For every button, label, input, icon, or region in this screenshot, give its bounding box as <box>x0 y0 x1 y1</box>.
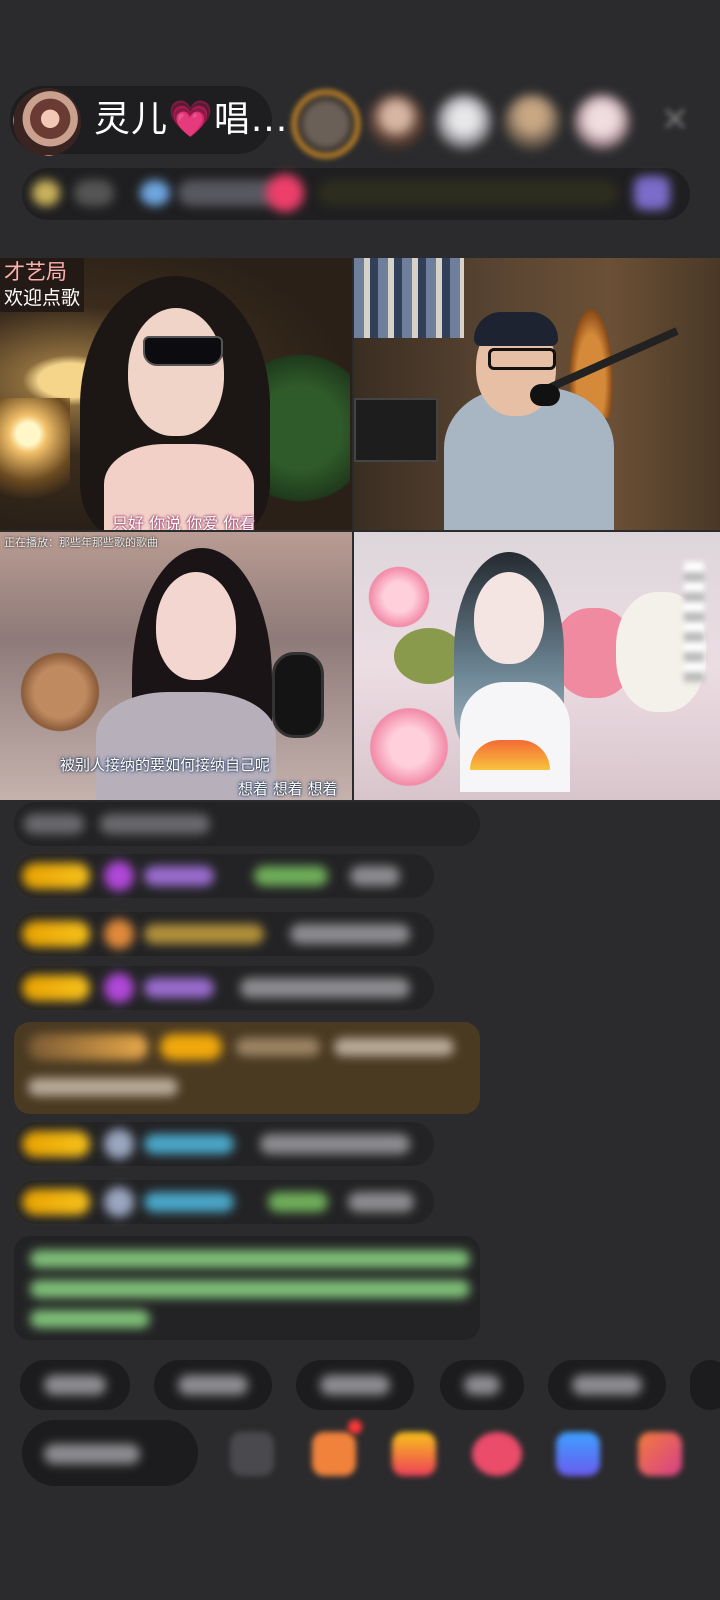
more-icon[interactable] <box>638 1432 682 1476</box>
chat-text <box>240 978 410 998</box>
rank-label <box>74 180 114 206</box>
plush-toy <box>20 642 100 742</box>
user-nickname[interactable] <box>144 924 264 944</box>
glasses <box>488 348 556 370</box>
level-icon <box>140 180 170 206</box>
rank-icon <box>32 180 60 206</box>
lamp <box>0 398 70 518</box>
notice-text <box>30 1310 150 1328</box>
room-label-line2: 欢迎点歌 <box>4 287 81 309</box>
system-notice <box>14 1236 480 1340</box>
chat-text <box>24 814 84 834</box>
chat-text <box>28 1078 178 1096</box>
room-label: 才艺局 欢迎点歌 <box>0 258 85 312</box>
vip-badge <box>28 1034 148 1060</box>
notice-text <box>30 1280 470 1298</box>
video-tile-4[interactable] <box>354 532 720 800</box>
bookshelf <box>354 258 464 338</box>
video-tile-1[interactable]: 才艺局 欢迎点歌 只好 你说 你爱 你看 <box>0 258 352 530</box>
chat-message[interactable] <box>14 1122 434 1166</box>
close-icon[interactable]: ✕ <box>655 100 695 140</box>
room-label-line1: 才艺局 <box>4 260 67 284</box>
badge-icon <box>104 919 134 949</box>
user-nickname[interactable] <box>144 978 214 998</box>
user-nickname[interactable] <box>254 866 328 886</box>
flower-decoration <box>364 702 454 792</box>
microphone <box>530 384 560 406</box>
singer-face <box>474 572 544 664</box>
quick-chip[interactable] <box>20 1360 130 1410</box>
user-nickname[interactable] <box>144 866 214 886</box>
quick-chip[interactable] <box>440 1360 524 1410</box>
quick-chip[interactable] <box>154 1360 272 1410</box>
user-nickname[interactable] <box>236 1038 320 1056</box>
chat-text <box>350 866 400 886</box>
chat-message[interactable] <box>14 854 434 898</box>
chat-text <box>260 1134 410 1154</box>
notification-dot <box>348 1420 362 1434</box>
gift-message[interactable] <box>14 1022 480 1114</box>
user-nickname[interactable] <box>144 1134 234 1154</box>
now-playing: 正在播放：那些年那些歌的歌曲 <box>4 536 158 549</box>
flower-decoration <box>364 562 434 632</box>
heart-icon[interactable] <box>472 1432 522 1476</box>
viewer-avatar[interactable] <box>574 94 630 150</box>
chat-input[interactable] <box>22 1420 198 1486</box>
chat-text <box>100 814 210 834</box>
amplifier <box>354 398 438 462</box>
quick-chip[interactable] <box>690 1360 720 1410</box>
announcement-banner[interactable] <box>318 180 618 206</box>
quick-chip[interactable] <box>548 1360 666 1410</box>
video-tile-3[interactable]: 正在播放：那些年那些歌的歌曲 被别人接纳的要如何接纳自己呢 想着 想着 想着 <box>0 532 352 800</box>
info-strip[interactable] <box>22 168 690 220</box>
share-icon[interactable] <box>556 1432 600 1476</box>
game-icon[interactable] <box>392 1432 436 1476</box>
side-mosaic <box>684 562 704 682</box>
gem-icon <box>104 861 134 891</box>
chat-text <box>334 1038 454 1056</box>
level-badge <box>22 863 90 889</box>
video-tile-2[interactable] <box>354 258 720 530</box>
avatar-icon <box>104 1187 134 1217</box>
user-nickname[interactable] <box>268 1192 328 1212</box>
lyric-caption-sub: 想着 想着 想着 <box>238 780 338 798</box>
quick-chip[interactable] <box>296 1360 414 1410</box>
chat-message[interactable] <box>14 912 434 956</box>
viewer-avatar[interactable] <box>504 94 560 150</box>
viewer-avatar[interactable] <box>436 94 492 150</box>
singer-face <box>128 308 224 436</box>
level-badge <box>160 1034 222 1060</box>
gem-icon <box>104 973 134 1003</box>
avatar-icon <box>104 1129 134 1159</box>
singer-body <box>460 682 570 792</box>
emoji-icon[interactable] <box>230 1432 274 1476</box>
viewer-avatar[interactable] <box>368 94 424 150</box>
chat-message[interactable] <box>14 802 480 846</box>
host-avatar[interactable] <box>13 88 81 156</box>
level-badge <box>22 1189 90 1215</box>
level-badge <box>22 1131 90 1157</box>
user-nickname[interactable] <box>144 1192 234 1212</box>
notice-text <box>30 1250 470 1268</box>
lyric-caption: 被别人接纳的要如何接纳自己呢 <box>60 756 271 774</box>
singer-hair <box>474 312 558 346</box>
level-label <box>178 180 278 206</box>
chat-text <box>290 924 410 944</box>
top-viewer-avatar[interactable] <box>292 90 360 158</box>
level-badge <box>22 975 90 1001</box>
badge-icon[interactable] <box>634 176 670 210</box>
host-name: 灵儿💗唱... <box>94 99 289 140</box>
sunglasses <box>143 336 223 366</box>
gift-rank-icon[interactable] <box>266 174 304 212</box>
gift-icon[interactable] <box>312 1432 356 1476</box>
lyric-caption: 只好 你说 你爱 你看 <box>112 514 256 530</box>
microphone <box>272 652 324 738</box>
singer-face <box>156 572 236 680</box>
chat-text <box>348 1192 414 1212</box>
chat-message[interactable] <box>14 966 434 1010</box>
host-info-pill[interactable]: 灵儿💗唱... <box>10 86 287 156</box>
chat-message[interactable] <box>14 1180 434 1224</box>
level-badge <box>22 921 90 947</box>
